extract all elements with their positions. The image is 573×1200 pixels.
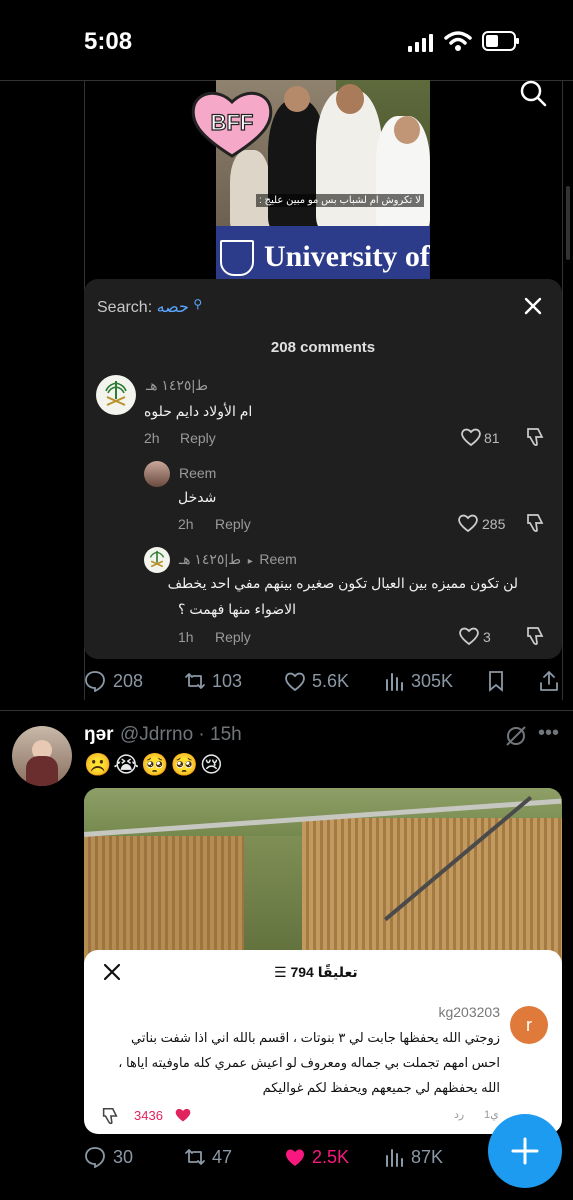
- reply-arrow-icon: ▸: [244, 556, 256, 567]
- comment-text-line: زوجتي الله يحفظها جابت لي ٣ بنوتات ، اقس…: [131, 1030, 500, 1045]
- avatar[interactable]: [144, 547, 170, 573]
- avatar-body: [26, 756, 58, 786]
- share-icon[interactable]: [538, 670, 560, 692]
- heart-icon[interactable]: [174, 1106, 192, 1124]
- views-icon[interactable]: [384, 670, 406, 692]
- comments-search[interactable]: Search: حصه ⚲: [97, 297, 202, 317]
- views-count: 87K: [411, 1147, 444, 1167]
- comments-overlay: ☰ 794 تعليقًا kg203203 r زوجتي الله يحفظ…: [84, 950, 562, 1134]
- heart-icon[interactable]: [457, 513, 479, 533]
- dislike-icon[interactable]: [524, 427, 546, 447]
- bamboo-fence: [302, 818, 562, 968]
- tweet-image[interactable]: [84, 788, 562, 968]
- reply-icon[interactable]: [84, 670, 106, 692]
- more-options-icon[interactable]: •••: [538, 722, 559, 745]
- heart-icon[interactable]: [458, 626, 480, 646]
- saudi-emblem-icon: [105, 381, 127, 406]
- handle-and-time[interactable]: @Jdrrno · 15h: [120, 724, 242, 746]
- views-icon[interactable]: [384, 1146, 406, 1168]
- comment-username[interactable]: ط|١٤٢٥ هـ: [146, 377, 208, 394]
- avatar[interactable]: [144, 461, 170, 487]
- bff-badge-text: BFF: [211, 110, 254, 135]
- like-count: 3: [483, 629, 491, 645]
- dislike-icon[interactable]: [524, 626, 546, 646]
- reply-icon[interactable]: [84, 1146, 106, 1168]
- comments-overlay: Search: حصه ⚲ 208 comments ط|١٤٢٥ هـ ام …: [84, 279, 562, 659]
- comment-username[interactable]: kg203203: [438, 1004, 500, 1020]
- comment-text-line: الاضواء منها فهمت ؟: [178, 601, 296, 617]
- image-caption: لا تكروش ام لشباب بس مو مبين عليج :: [256, 194, 424, 207]
- dislike-icon[interactable]: [524, 513, 546, 533]
- filter-icon[interactable]: ☰: [274, 964, 287, 980]
- search-label: Search:: [97, 299, 153, 316]
- face: [394, 116, 420, 144]
- comment-time: 2h: [178, 516, 194, 532]
- close-icon[interactable]: [102, 962, 122, 982]
- reply-button[interactable]: Reply: [215, 516, 251, 532]
- close-icon[interactable]: [522, 295, 544, 317]
- bff-heart-sticker: BFF: [191, 91, 273, 158]
- avatar[interactable]: [12, 726, 72, 786]
- search-icon: ⚲: [193, 297, 203, 311]
- reply-to-username: Reem: [259, 551, 297, 567]
- reply-count: 30: [113, 1147, 134, 1167]
- retweet-icon[interactable]: [184, 670, 206, 692]
- university-banner-text: University of: [264, 240, 430, 273]
- comment-username[interactable]: ط|١٤٢٥ هـ ▸ Reem: [179, 551, 297, 568]
- comment-time: 2h: [144, 430, 160, 446]
- divider: [0, 710, 573, 711]
- like-count: 285: [482, 516, 506, 532]
- retweet-count: 103: [212, 671, 243, 691]
- reply-button[interactable]: Reply: [215, 629, 251, 645]
- cellular-signal-icon: [408, 34, 433, 52]
- comments-count-text: 794 تعليقًا: [290, 964, 358, 980]
- comment-username-text: ط|١٤٢٥ هـ: [179, 551, 242, 567]
- statue-figure: [230, 150, 270, 230]
- comments-count: ☰ 794 تعليقًا: [274, 964, 358, 981]
- battery-icon: [482, 31, 519, 51]
- reply-button[interactable]: رد: [454, 1108, 464, 1121]
- like-count: 81: [484, 430, 500, 446]
- scrollbar[interactable]: [566, 186, 570, 260]
- avatar[interactable]: [96, 375, 136, 415]
- retweet-count: 47: [212, 1147, 233, 1167]
- like-count: 3436: [134, 1108, 163, 1123]
- wifi-icon: [444, 31, 472, 51]
- views-count: 305K: [411, 671, 454, 691]
- comment-time: 1h: [178, 629, 194, 645]
- dislike-icon[interactable]: [100, 1106, 120, 1126]
- bookmark-icon[interactable]: [485, 670, 507, 692]
- search-icon[interactable]: [518, 78, 548, 108]
- grass-gap: [244, 836, 302, 968]
- avatar[interactable]: r: [510, 1006, 548, 1044]
- comment-text-line: لن تكون مميزه بين العيال تكون صغيره بينه…: [167, 575, 518, 591]
- media-border: [562, 80, 563, 700]
- saudi-emblem-icon: [149, 550, 165, 568]
- bamboo-fence: [84, 836, 244, 968]
- comment-text: شدخل: [178, 489, 217, 505]
- university-crest-icon: [220, 240, 254, 276]
- grok-icon[interactable]: [504, 724, 528, 748]
- reply-count: 208: [113, 671, 144, 691]
- display-name[interactable]: ŋər: [84, 724, 114, 746]
- heart-icon[interactable]: [460, 427, 482, 447]
- like-icon-filled[interactable]: [284, 1146, 306, 1168]
- reply-button[interactable]: Reply: [180, 430, 216, 446]
- face: [336, 84, 364, 114]
- plus-icon: [511, 1137, 539, 1165]
- like-count: 2.5K: [312, 1147, 350, 1167]
- comment-username[interactable]: Reem: [179, 465, 216, 481]
- compose-button[interactable]: [488, 1114, 562, 1188]
- face: [284, 86, 310, 112]
- retweet-icon[interactable]: [184, 1146, 206, 1168]
- tweet-text: ☹️😭🥺🥺😢: [84, 752, 225, 777]
- like-icon[interactable]: [284, 670, 306, 692]
- comment-text-line: احس امهم تجملت بي جماله ومعروف لو اعيش ع…: [118, 1055, 500, 1070]
- status-time: 5:08: [84, 28, 133, 55]
- comments-count: 208 comments: [270, 339, 376, 356]
- search-term: حصه: [156, 299, 189, 316]
- comment-text: ام الأولاد دايم حلوه: [144, 403, 253, 419]
- like-count: 5.6K: [312, 671, 350, 691]
- comment-text-line: الله يحفظهم لي جميعهم ويحفظ لكم غواليكم: [262, 1080, 500, 1095]
